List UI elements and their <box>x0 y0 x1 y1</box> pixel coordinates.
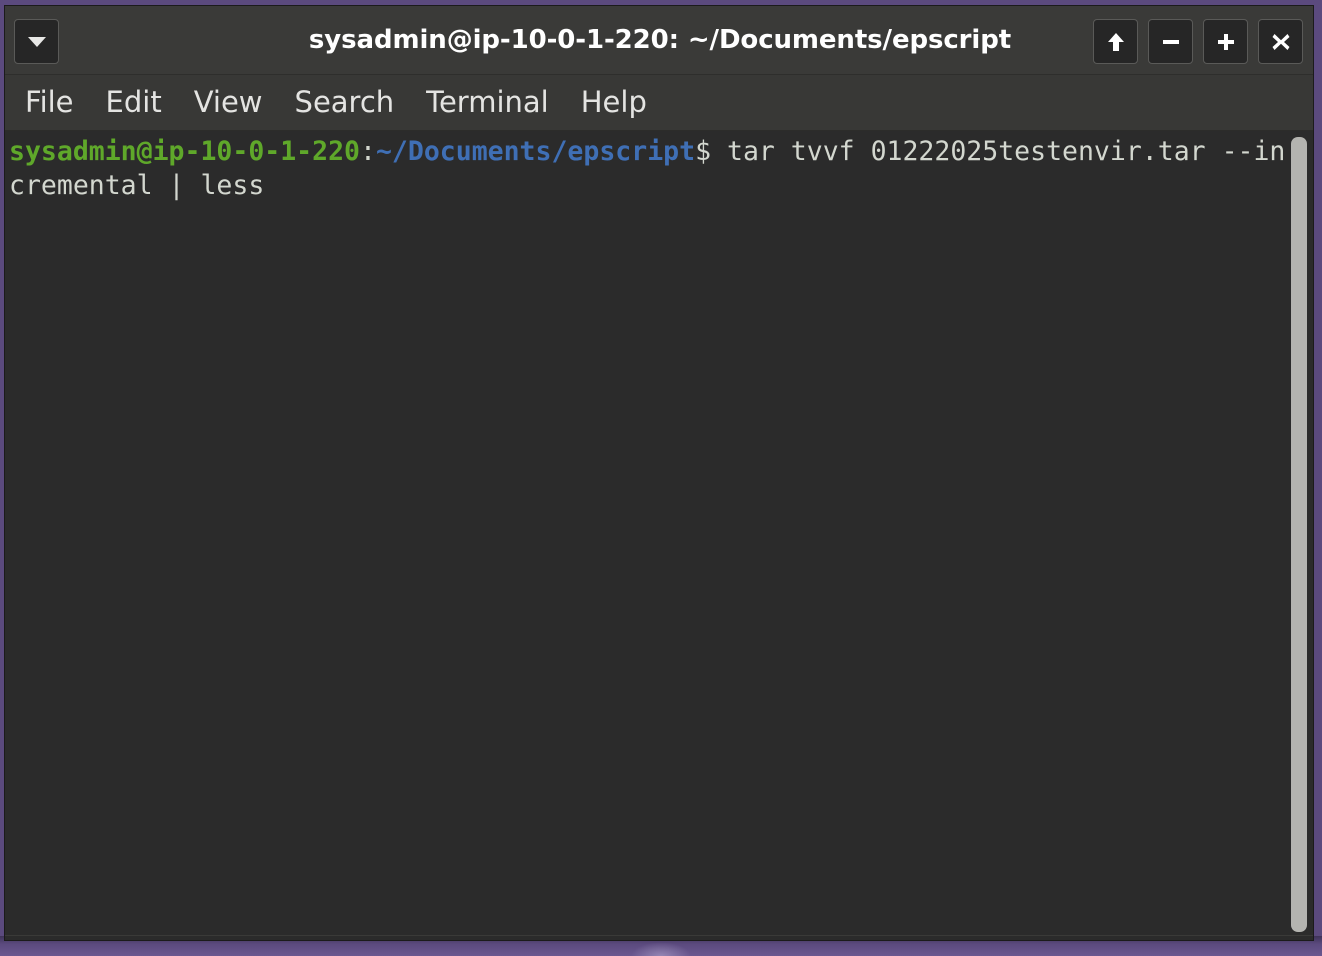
terminal-area[interactable]: sysadmin@ip-10-0-1-220:~/Documents/epscr… <box>5 131 1313 940</box>
desktop-logo <box>631 942 691 956</box>
menu-item-view[interactable]: View <box>178 88 279 117</box>
terminal-output[interactable]: sysadmin@ip-10-0-1-220:~/Documents/epscr… <box>5 131 1289 934</box>
vertical-scrollbar[interactable] <box>1289 131 1311 940</box>
window-controls <box>1093 19 1303 64</box>
plus-icon <box>1217 33 1234 50</box>
minus-icon <box>1162 39 1179 44</box>
prompt-path: ~/Documents/epscript <box>375 136 696 167</box>
menu-item-edit[interactable]: Edit <box>90 88 178 117</box>
title-bar[interactable]: sysadmin@ip-10-0-1-220: ~/Documents/epsc… <box>5 6 1313 75</box>
menu-item-search[interactable]: Search <box>279 88 411 117</box>
scrollbar-thumb[interactable] <box>1291 137 1307 932</box>
shade-button[interactable] <box>1093 19 1138 64</box>
arrow-up-icon <box>1107 32 1124 51</box>
desktop-screen: sysadmin@ip-10-0-1-220: ~/Documents/epsc… <box>0 0 1322 956</box>
prompt-user-host: sysadmin@ip-10-0-1-220 <box>9 136 360 167</box>
window-menu-button[interactable] <box>14 19 59 64</box>
close-button[interactable] <box>1258 19 1303 64</box>
terminal-bottom-edge <box>5 935 1313 940</box>
menu-item-help[interactable]: Help <box>565 88 663 117</box>
maximize-button[interactable] <box>1203 19 1248 64</box>
prompt-separator: : <box>360 136 376 167</box>
chevron-down-icon <box>27 36 46 47</box>
terminal-window: sysadmin@ip-10-0-1-220: ~/Documents/epsc… <box>4 5 1314 941</box>
menu-item-terminal[interactable]: Terminal <box>410 88 565 117</box>
minimize-button[interactable] <box>1148 19 1193 64</box>
prompt-sigil: $ <box>695 136 727 167</box>
menu-item-file[interactable]: File <box>19 88 90 117</box>
menu-bar: File Edit View Search Terminal Help <box>5 75 1313 131</box>
close-icon <box>1272 33 1289 50</box>
